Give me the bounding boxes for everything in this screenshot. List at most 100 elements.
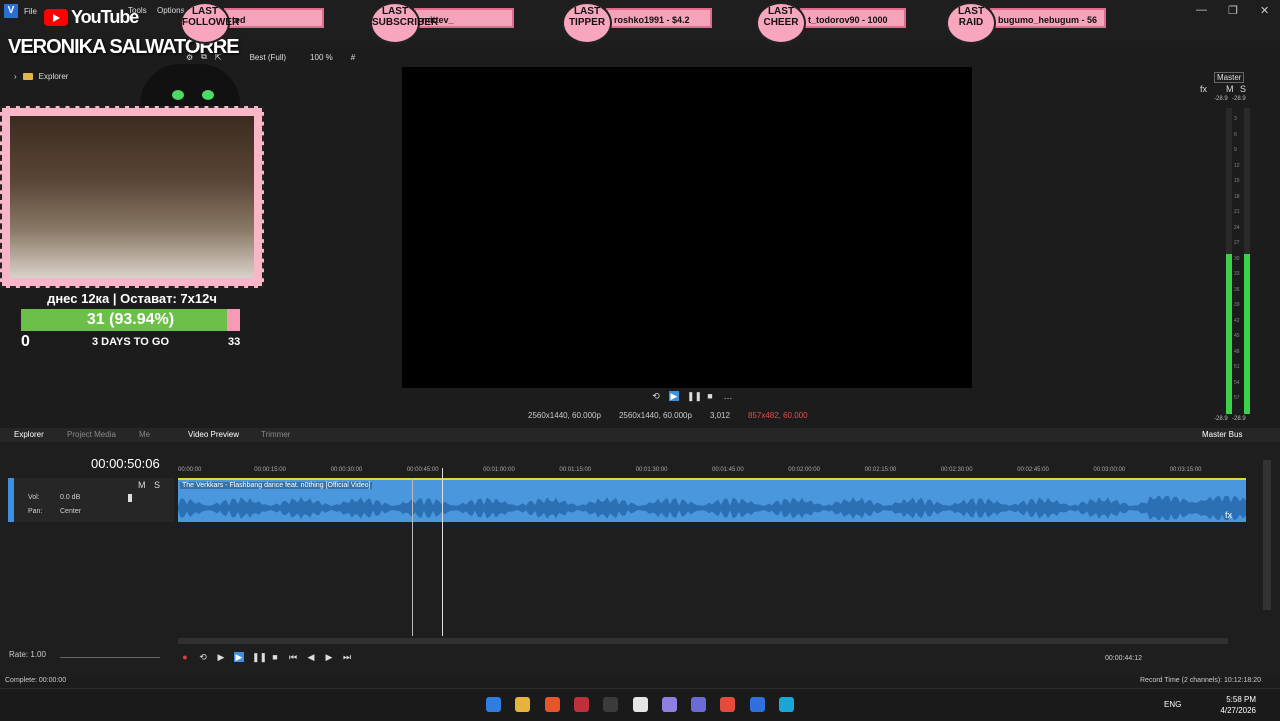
pan-label: Pan: [28, 508, 43, 515]
loop-icon[interactable]: ⟲ [651, 391, 661, 401]
playhead-cursor[interactable] [442, 468, 443, 636]
vol-label: Vol: [28, 494, 40, 501]
peak-left: -28.9 [1214, 96, 1228, 102]
taskbar-app-icon[interactable] [603, 697, 619, 712]
horizontal-scrollbar[interactable] [178, 638, 1228, 644]
audio-track-header: M S Vol: 0.0 dB Pan: Center [8, 478, 174, 522]
solo-button[interactable]: S [1240, 84, 1246, 94]
loop-icon[interactable]: ⟲ [198, 652, 208, 662]
taskbar-app-icon[interactable] [720, 697, 736, 712]
close-button[interactable]: ✕ [1260, 4, 1269, 17]
grid-icon[interactable]: # [351, 53, 355, 62]
vol-value: 0.0 dB [60, 494, 81, 501]
taskbar-app-icon[interactable] [779, 697, 794, 712]
tab-project-media[interactable]: Project Media [67, 430, 116, 439]
maximize-button[interactable]: ❐ [1228, 4, 1238, 17]
meter-scale-label: 36 [1234, 286, 1240, 293]
taskbar-app-icon[interactable] [691, 697, 707, 712]
meter-scale-label: 24 [1234, 224, 1240, 231]
fx-button[interactable]: fx [1200, 84, 1207, 94]
taskbar-app-icon[interactable] [749, 697, 765, 712]
language-indicator[interactable]: ENG [1164, 700, 1181, 709]
preview-toolbar: ⚙ ⧉ ⇱ Best (Full) 100 % # [186, 50, 355, 64]
start-menu-icon[interactable] [486, 697, 501, 712]
loop-marker [412, 478, 413, 636]
pause-icon[interactable]: ❚❚ [252, 652, 267, 662]
volume-slider-handle[interactable] [128, 494, 132, 502]
audio-clip[interactable]: The Verkkars - Flashbang dance feat. n0t… [178, 478, 1246, 522]
meter-scale-label: 15 [1234, 178, 1240, 184]
gear-icon[interactable]: ⚙ [186, 53, 193, 62]
meter-scale-label: 6 [1234, 131, 1237, 138]
clock-time: 5:58 PM [1226, 695, 1256, 704]
peak-right: -28.9 [1232, 96, 1246, 102]
ruler-tick-label: 00:01:30:00 [635, 467, 668, 473]
meter-scale-label: 9 [1234, 147, 1237, 153]
pause-icon[interactable]: ❚❚ [687, 391, 702, 401]
zoom-dropdown[interactable]: 100 % [310, 53, 333, 62]
taskbar-app-icon[interactable] [515, 697, 531, 712]
taskbar-app-icon[interactable] [632, 697, 648, 712]
explorer-tree-item[interactable]: › Explorer [14, 72, 68, 81]
master-label: Master [1214, 72, 1245, 83]
next-frame-icon[interactable]: ▶ [324, 652, 334, 662]
split-screen-icon[interactable]: ⧉ [201, 52, 207, 62]
ruler-tick-label: 00:02:15:00 [864, 467, 897, 473]
more-icon[interactable]: … [723, 391, 733, 401]
tab-master-bus[interactable]: Master Bus [1202, 430, 1242, 439]
vegas-app-icon: V [4, 4, 18, 18]
record-icon[interactable]: ● [180, 652, 190, 662]
alert-last-subscriber: mittev_ LAST SUBSCRIBER [370, 2, 516, 44]
tab-video-preview[interactable]: Video Preview [188, 430, 239, 439]
meter-scale-label: 48 [1234, 348, 1240, 355]
mute-button[interactable]: M [1226, 84, 1234, 94]
cursor-time: 00:00:44:12 [1105, 655, 1142, 662]
play-icon[interactable]: ▶ [234, 652, 244, 662]
tab-explorer[interactable]: Explorer [14, 430, 44, 439]
alert-value: bugumo_hebugum - 56 [990, 8, 1106, 28]
meter-scale-label: 57 [1234, 395, 1240, 401]
chevron-right-icon[interactable]: › [14, 72, 17, 81]
alert-last-cheer: t_todorov90 - 1000 LAST CHEER [756, 2, 906, 44]
stop-icon[interactable]: ■ [705, 391, 715, 401]
play-icon[interactable]: ▶ [669, 391, 679, 401]
vertical-scrollbar[interactable] [1263, 460, 1271, 610]
taskbar-clock[interactable]: 5:58 PM 4/27/2026 [1220, 694, 1256, 716]
quality-dropdown[interactable]: Best (Full) [250, 53, 286, 62]
tab-trimmer[interactable]: Trimmer [261, 430, 290, 439]
alert-last-tipper: roshko1991 - $4.2 LAST TIPPER [562, 2, 712, 44]
folder-icon [22, 73, 33, 80]
status-bar: Complete: 00:00:00 Record Time (2 channe… [0, 677, 1280, 687]
track-solo-button[interactable]: S [154, 480, 160, 490]
taskbar-app-icon[interactable] [544, 697, 560, 712]
stop-icon[interactable]: ■ [270, 652, 280, 662]
ruler-tick-label: 00:00:30:00 [330, 467, 363, 473]
clip-fx-icon[interactable]: fx [1225, 510, 1232, 520]
rate-slider[interactable] [60, 657, 160, 658]
rate-label: Rate: 1.00 [9, 650, 46, 659]
video-preview-canvas[interactable] [402, 67, 972, 388]
webcam-frame [0, 106, 264, 288]
minimize-button[interactable]: — [1196, 4, 1207, 16]
play-from-start-icon[interactable]: ▶ [216, 652, 226, 662]
go-to-end-icon[interactable]: ⏭ [342, 652, 352, 662]
external-monitor-icon[interactable]: ⇱ [215, 53, 222, 62]
taskbar-app-icon[interactable] [573, 697, 589, 712]
timeline-ruler[interactable]: 00:00:00 00:00:15:00 00:00:30:00 00:00:45:0… [178, 463, 1246, 477]
taskbar-app-icon[interactable] [661, 697, 677, 712]
menu-file[interactable]: File [24, 7, 37, 16]
track-mute-button[interactable]: M [138, 480, 146, 490]
tab-media[interactable]: Me [139, 430, 150, 439]
meter-scale-label: 3 [1234, 116, 1237, 122]
explorer-label: Explorer [38, 72, 69, 81]
meter-scale-label: 51 [1234, 364, 1240, 370]
master-meter-panel: Master fx M S -28.9 -28.9 3 6 9 12 15 18 21 24 2… [1196, 50, 1266, 428]
windows-taskbar: ENG 5:58 PM 4/27/2026 [0, 688, 1280, 721]
ruler-tick-label: 00:02:45:00 [1017, 467, 1049, 473]
menu-bar: V File [0, 0, 37, 22]
meter-scale-label: 27 [1234, 240, 1240, 246]
go-to-start-icon[interactable]: ⏮ [288, 652, 298, 662]
previous-frame-icon[interactable]: ◀ [306, 652, 316, 662]
youtube-play-icon [44, 9, 68, 26]
ruler-tick-label: 00:00:45:00 [406, 467, 439, 473]
